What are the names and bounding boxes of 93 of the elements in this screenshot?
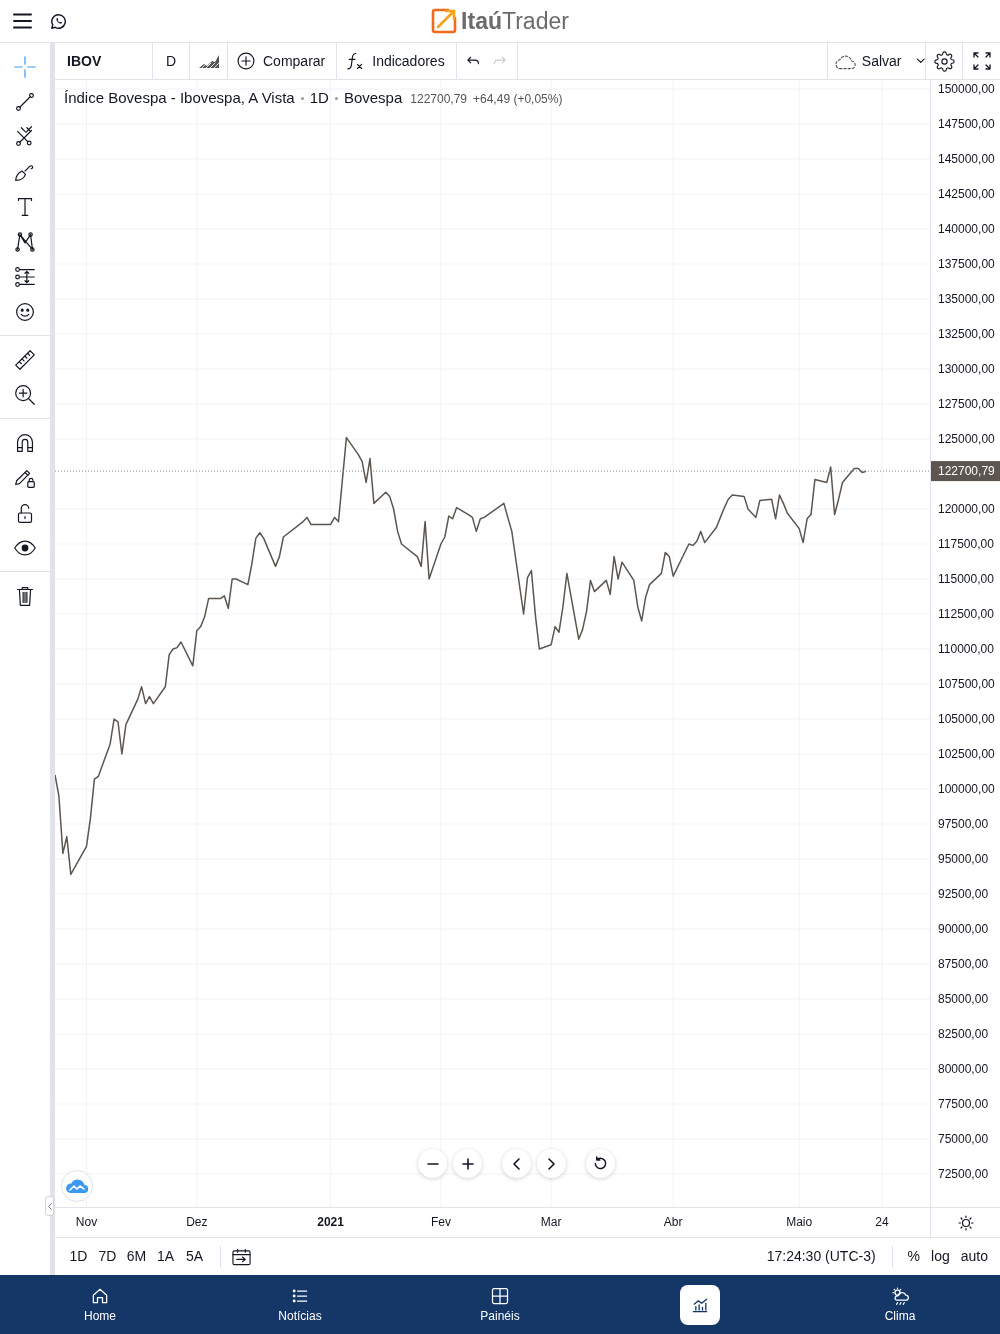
reset-icon <box>593 1156 608 1171</box>
interval-button[interactable]: D <box>153 43 190 79</box>
price-axis-label: 85000,00 <box>938 992 989 1007</box>
grid-icon <box>490 1286 510 1306</box>
last-price-tag: 122700,79 <box>931 461 1000 482</box>
calendar-icon[interactable] <box>232 1247 251 1266</box>
minus-icon <box>426 1162 439 1165</box>
caret-icon <box>915 57 925 65</box>
symbol-button[interactable]: IBOV <box>55 43 153 79</box>
reset-button[interactable] <box>586 1149 615 1178</box>
weather-tab[interactable]: Clima <box>884 1286 916 1323</box>
price-axis-label: 132500,00 <box>938 327 995 342</box>
price-axis-label: 92500,00 <box>938 887 989 902</box>
price-axis-label: 117500,00 <box>938 537 994 552</box>
time-axis-label: Dez <box>186 1215 208 1229</box>
price-axis-label: 82500,00 <box>938 1027 989 1042</box>
collapse-tab[interactable] <box>45 1196 54 1216</box>
scale-button[interactable]: % <box>902 1242 926 1271</box>
logo-icon <box>431 8 458 34</box>
time-axis-label: Maio <box>786 1215 813 1229</box>
price-axis-label: 125000,00 <box>938 432 995 447</box>
logo-text: ItaúTrader <box>461 9 569 33</box>
home-icon <box>90 1286 110 1306</box>
range-button[interactable]: 7D <box>93 1242 122 1271</box>
price-axis-label: 90000,00 <box>938 922 989 937</box>
sun-icon[interactable] <box>957 1214 974 1231</box>
legend-title: Índice Bovespa - Ibovespa, A Vista <box>64 88 295 108</box>
scale-button[interactable]: log <box>926 1242 955 1271</box>
range-button[interactable]: 5A <box>180 1242 209 1271</box>
time-axis-label: Fev <box>430 1215 451 1229</box>
settings-icon[interactable] <box>933 50 955 72</box>
zoom-out-button[interactable] <box>418 1149 447 1178</box>
price-axis-label: 97500,00 <box>938 817 989 832</box>
price-axis-label: 112500,00 <box>938 607 994 622</box>
news-tab[interactable]: Notícias <box>278 1286 322 1323</box>
price-axis-label: 110000,00 <box>938 642 994 657</box>
price-axis-label: 140000,00 <box>938 222 995 237</box>
home-tab[interactable]: Home <box>84 1286 116 1323</box>
indicators-button[interactable]: Indicadores <box>337 43 457 79</box>
price-axis-label: 72500,00 <box>938 1167 989 1182</box>
legend-change: +64,49 (+0,05%) <box>473 91 563 108</box>
chart-tab[interactable] <box>680 1284 720 1325</box>
price-axis-label: 135000,00 <box>938 292 995 307</box>
legend-exchange: Bovespa <box>343 88 403 108</box>
cloud-chart-button[interactable] <box>61 1170 93 1202</box>
plus-icon <box>461 1157 474 1170</box>
price-axis-label: 142500,00 <box>938 187 995 202</box>
price-axis-label: 77500,00 <box>938 1097 989 1112</box>
whatsapp-icon[interactable] <box>50 12 67 30</box>
scroll-right-button[interactable] <box>537 1149 566 1178</box>
price-axis-label: 150000,00 <box>938 82 995 97</box>
chevron-left-icon <box>47 1202 52 1210</box>
range-button[interactable]: 6M <box>122 1242 151 1271</box>
price-axis-label: 102500,00 <box>938 747 995 762</box>
price-axis-label: 137500,00 <box>938 257 995 272</box>
menu-icon[interactable] <box>13 13 32 29</box>
chevron-left-icon <box>513 1157 520 1170</box>
time-axis-label: 2021 <box>317 1215 344 1229</box>
price-axis-label: 127500,00 <box>938 397 995 412</box>
scale-button[interactable]: auto <box>955 1242 993 1271</box>
time-axis-label: Abr <box>663 1215 683 1229</box>
time-axis-label: Mar <box>540 1215 562 1229</box>
ref-line-label: 122700,79 <box>938 464 996 479</box>
price-axis-label: 107500,00 <box>938 677 995 692</box>
weather-icon <box>890 1286 910 1306</box>
price-axis-label: 105000,00 <box>938 712 995 727</box>
price-axis-label: 87500,00 <box>938 957 989 972</box>
save-button[interactable]: Salvar <box>827 43 925 79</box>
clock-label: 17:24:30 (UTC-3) <box>766 1247 876 1266</box>
price-axis-label: 147500,00 <box>938 117 995 132</box>
plus-circle-icon <box>236 51 256 71</box>
price-axis-label: 145000,00 <box>938 152 995 167</box>
compare-button[interactable]: Comparar <box>228 43 338 79</box>
legend-interval: 1D <box>309 88 329 108</box>
legend-price: 122700,79 <box>410 91 467 108</box>
range-button[interactable]: 1D <box>64 1242 93 1271</box>
time-axis-label: Nov <box>75 1215 98 1229</box>
price-axis-label: 115000,00 <box>938 572 994 587</box>
price-axis-label: 120000,00 <box>938 502 995 517</box>
price-axis-label: 130000,00 <box>938 362 995 377</box>
scroll-left-button[interactable] <box>502 1149 531 1178</box>
zoom-in-button[interactable] <box>453 1149 482 1178</box>
price-axis-label: 80000,00 <box>938 1062 989 1077</box>
price-axis-label: 100000,00 <box>938 782 995 797</box>
range-button[interactable]: 1A <box>151 1242 180 1271</box>
fullscreen-icon[interactable] <box>972 52 991 70</box>
chevron-right-icon <box>548 1157 555 1170</box>
price-axis-label: 75000,00 <box>938 1132 989 1147</box>
time-axis-label: 24 <box>875 1215 889 1229</box>
panels-tab[interactable]: Painéis <box>480 1286 520 1323</box>
price-axis-label: 95000,00 <box>938 852 989 867</box>
cloud-chart-icon <box>65 1178 89 1194</box>
area-chart-icon <box>197 53 220 69</box>
